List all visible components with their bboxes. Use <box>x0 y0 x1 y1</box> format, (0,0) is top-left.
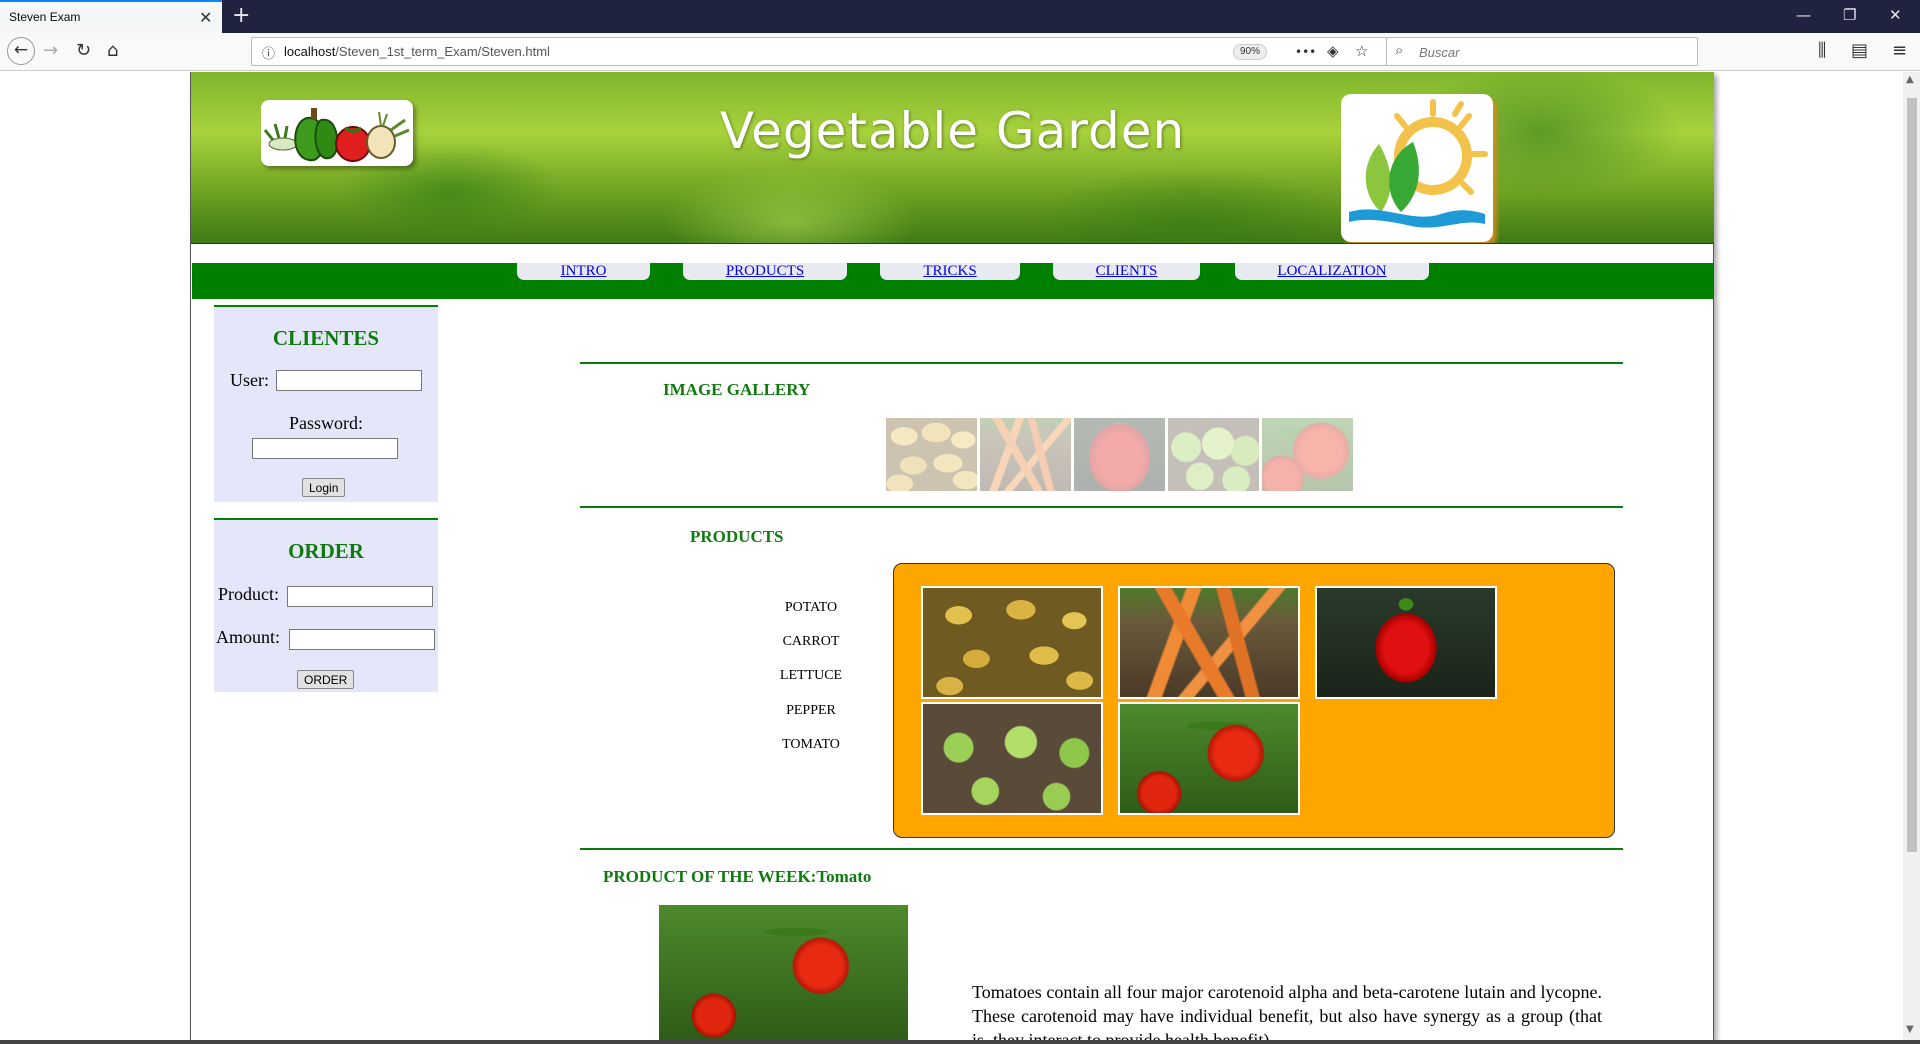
menu-link-tricks[interactable]: TRICKS <box>923 263 976 279</box>
menu-item-clients[interactable]: CLIENTS <box>1053 263 1200 280</box>
main-menu-bar: INTRO PRODUCTS TRICKS CLIENTS LOCALIZATI… <box>192 263 1714 299</box>
amount-input[interactable] <box>289 629 435 650</box>
search-icon: ⌕ <box>1395 41 1404 59</box>
order-title: ORDER <box>288 539 364 563</box>
close-window-icon[interactable]: ✕ <box>1889 6 1902 24</box>
clientes-login-box: CLIENTES User: Password: Login <box>214 305 438 502</box>
image-gallery-title: IMAGE GALLERY <box>663 380 811 399</box>
product-name-potato: POTATO <box>784 600 838 615</box>
divider <box>580 362 1623 364</box>
password-label: Password: <box>288 413 363 433</box>
info-icon[interactable]: ⓘ <box>262 43 275 62</box>
products-image-panel <box>893 563 1615 838</box>
page-viewport: Vegetable Garden INTRO PRODUCTS TRICKS C… <box>0 72 1920 1040</box>
url-host: localhost <box>284 44 336 59</box>
menu-link-intro[interactable]: INTRO <box>561 263 607 279</box>
menu-item-localization[interactable]: LOCALIZATION <box>1235 263 1429 280</box>
product-name-carrot: CARROT <box>782 634 840 649</box>
library-icon[interactable]: ⫼ <box>1818 40 1826 61</box>
product-input[interactable] <box>287 586 433 607</box>
url-text[interactable]: localhost/Steven_1st_term_Exam/Steven.ht… <box>284 44 550 59</box>
gallery-thumb-lettuce[interactable] <box>1168 418 1259 491</box>
restore-icon[interactable]: ❐ <box>1843 6 1856 24</box>
gallery-thumb-potato[interactable] <box>886 418 977 491</box>
window-bottom-edge <box>0 1040 1920 1044</box>
new-tab-button[interactable]: + <box>232 3 250 28</box>
clientes-title: CLIENTES <box>272 326 380 350</box>
product-image-potato[interactable] <box>921 586 1103 699</box>
scroll-down-arrow-icon[interactable]: ▼ <box>1906 1024 1914 1035</box>
page-container: Vegetable Garden INTRO PRODUCTS TRICKS C… <box>190 72 1714 1040</box>
divider <box>580 506 1623 508</box>
product-image-pepper[interactable] <box>1315 586 1497 699</box>
product-name-pepper: PEPPER <box>786 703 836 718</box>
sun-leaf-illustration <box>1349 99 1488 228</box>
url-path: /Steven_1st_term_Exam/Steven.html <box>335 44 550 59</box>
scroll-up-arrow-icon[interactable]: ▲ <box>1906 74 1914 85</box>
forward-arrow-icon[interactable]: → <box>43 40 58 61</box>
product-name-lettuce: LETTUCE <box>779 668 843 683</box>
scrollbar-thumb[interactable] <box>1907 98 1917 852</box>
menu-link-clients[interactable]: CLIENTS <box>1096 263 1158 279</box>
password-input[interactable] <box>252 438 398 459</box>
vertical-scrollbar[interactable]: ▲ ▼ <box>1903 72 1920 1040</box>
product-of-week-title: PRODUCT OF THE WEEK:Tomato <box>603 867 872 886</box>
divider <box>580 848 1623 850</box>
search-placeholder: Buscar <box>1419 45 1460 60</box>
sidebar-icon[interactable]: ▤ <box>1851 40 1868 61</box>
tab-bar: Steven Exam ✕ + — ❐ ✕ <box>0 0 1920 33</box>
gallery-thumb-carrot[interactable] <box>980 418 1071 491</box>
product-image-carrot[interactable] <box>1118 586 1300 699</box>
user-input[interactable] <box>276 370 422 391</box>
gallery-thumb-pepper[interactable] <box>1074 418 1165 491</box>
product-of-week-image <box>659 905 908 1040</box>
hamburger-menu-icon[interactable]: ≡ <box>1892 40 1907 61</box>
minimize-icon[interactable]: — <box>1796 6 1811 24</box>
garden-sun-logo <box>1341 94 1493 242</box>
zoom-level-badge[interactable]: 90% <box>1233 44 1268 60</box>
product-name-tomato: TOMATO <box>782 737 840 752</box>
menu-item-tricks[interactable]: TRICKS <box>880 263 1020 280</box>
product-label: Product: <box>218 584 279 604</box>
menu-item-products[interactable]: PRODUCTS <box>683 263 847 280</box>
page-actions-icon[interactable]: ••• <box>1295 45 1316 59</box>
search-bar[interactable]: ⌕ Buscar <box>1386 37 1698 66</box>
tab-steven-exam[interactable]: Steven Exam ✕ <box>0 0 222 33</box>
menu-link-localization[interactable]: LOCALIZATION <box>1277 263 1386 279</box>
order-box: ORDER Product: Amount: ORDER <box>214 518 438 692</box>
reload-icon[interactable]: ↻ <box>76 40 91 61</box>
user-label: User: <box>230 370 269 390</box>
product-image-lettuce[interactable] <box>921 702 1103 815</box>
back-arrow-icon[interactable]: ← <box>7 37 35 65</box>
menu-item-intro[interactable]: INTRO <box>517 263 650 280</box>
menu-link-products[interactable]: PRODUCTS <box>726 263 804 279</box>
bookmark-star-icon[interactable]: ☆ <box>1355 42 1368 60</box>
site-header: Vegetable Garden <box>191 72 1714 244</box>
products-title: PRODUCTS <box>690 527 784 546</box>
home-icon[interactable]: ⌂ <box>107 40 118 61</box>
tab-title: Steven Exam <box>9 10 81 24</box>
tab-close-icon[interactable]: ✕ <box>199 8 212 27</box>
order-button[interactable]: ORDER <box>297 670 355 689</box>
product-image-tomato[interactable] <box>1118 702 1300 815</box>
navigation-toolbar: ← → ↻ ⌂ ⓘ localhost/Steven_1st_term_Exam… <box>0 33 1920 71</box>
amount-label: Amount: <box>216 627 281 647</box>
pocket-icon[interactable]: ◈ <box>1327 42 1339 60</box>
product-of-week-text: Tomatoes contain all four major caroteno… <box>972 982 1602 1040</box>
gallery-thumb-tomato[interactable] <box>1262 418 1353 491</box>
url-bar[interactable]: ⓘ localhost/Steven_1st_term_Exam/Steven.… <box>251 37 1387 66</box>
login-button[interactable]: Login <box>302 478 346 497</box>
